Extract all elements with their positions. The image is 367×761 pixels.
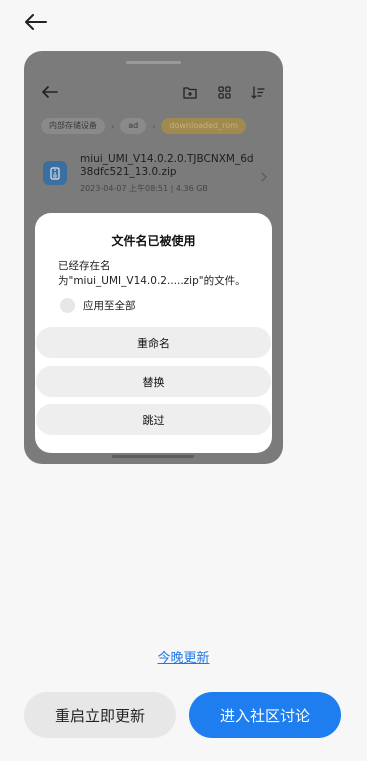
back-arrow-icon [25, 14, 47, 30]
sort-button[interactable] [249, 83, 267, 101]
breadcrumb-separator: › [152, 121, 156, 131]
chevron-right-icon [261, 167, 267, 186]
skip-button[interactable]: 跳过 [36, 404, 271, 435]
breadcrumb-item[interactable]: 内部存储设备 [41, 118, 105, 134]
card-top-handle [126, 61, 181, 64]
sort-icon [251, 85, 265, 99]
back-button[interactable] [22, 10, 50, 34]
name-conflict-dialog: 文件名已被使用 已经存在名为"miui_UMI_V14.0.2.....zip"… [35, 213, 272, 453]
breadcrumb-item[interactable]: ad [120, 118, 147, 134]
breadcrumb-item-current[interactable]: downloaded_rom [161, 118, 246, 134]
grid-view-button[interactable] [215, 83, 233, 101]
zip-file-icon [43, 161, 67, 185]
file-meta: 2023-04-07 上午08:51 | 4.36 GB [80, 184, 208, 193]
replace-button[interactable]: 替换 [36, 366, 271, 397]
file-list-item[interactable]: miui_UMI_V14.0.2.0.TJBCNXM_6d38dfc521_13… [41, 151, 271, 195]
rename-button[interactable]: 重命名 [36, 327, 271, 358]
file-manager-toolbar [24, 81, 283, 103]
dialog-message: 已经存在名为"miui_UMI_V14.0.2.....zip"的文件。 [58, 260, 246, 287]
grid-view-icon [217, 85, 231, 99]
apply-to-all-checkbox[interactable] [60, 298, 75, 313]
update-tonight-link[interactable]: 今晚更新 [0, 647, 367, 666]
new-folder-button[interactable] [181, 83, 199, 101]
restart-update-button[interactable]: 重启立即更新 [24, 692, 176, 738]
back-arrow-icon [42, 86, 58, 98]
file-name: miui_UMI_V14.0.2.0.TJBCNXM_6d38dfc521_13… [80, 153, 254, 178]
community-discussion-button[interactable]: 进入社区讨论 [189, 692, 341, 738]
apply-to-all-option[interactable]: 应用至全部 [60, 298, 136, 313]
breadcrumb: 内部存储设备 › ad › downloaded_rom [41, 118, 246, 134]
card-bottom-handle [112, 455, 194, 458]
fm-back-button[interactable] [41, 83, 59, 101]
new-folder-icon [183, 86, 197, 99]
dialog-title: 文件名已被使用 [111, 234, 196, 248]
breadcrumb-separator: › [111, 121, 115, 131]
apply-to-all-label: 应用至全部 [83, 300, 136, 312]
